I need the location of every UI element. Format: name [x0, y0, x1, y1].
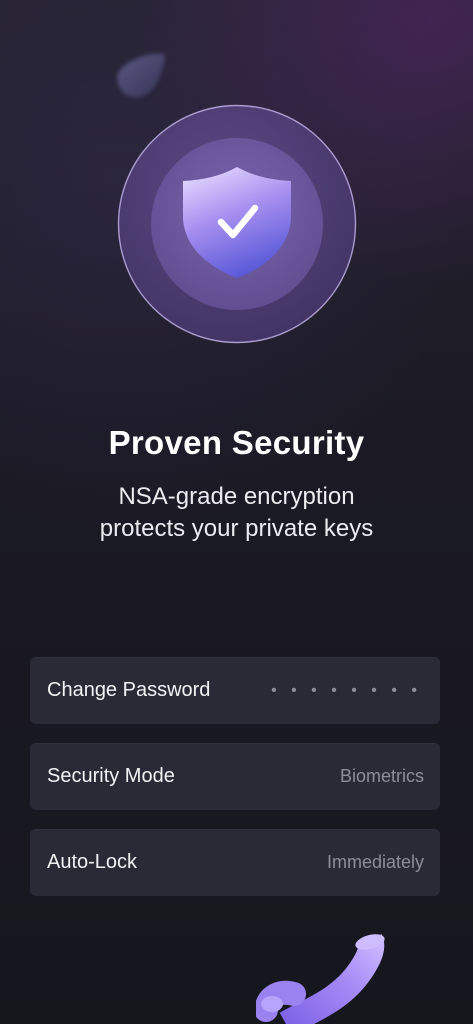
password-mask: • • • • • • • •: [271, 681, 422, 699]
auto-lock-label: Auto-Lock: [47, 851, 138, 873]
shield-check-icon: [117, 104, 357, 344]
security-mode-label: Security Mode: [47, 765, 175, 787]
security-mode-row[interactable]: Security Mode Biometrics: [30, 743, 440, 810]
change-password-row[interactable]: Change Password • • • • • • • •: [30, 657, 440, 724]
page-subtitle: NSA-grade encryption protects your priva…: [40, 481, 433, 545]
security-settings-list: Change Password • • • • • • • • Security…: [30, 657, 440, 915]
auto-lock-value: Immediately: [326, 852, 424, 872]
change-password-label: Change Password: [47, 679, 211, 701]
subtitle-line-1: NSA-grade encryption: [118, 483, 355, 510]
subtitle-line-2: protects your private keys: [99, 515, 374, 542]
page-title: Proven Security: [108, 424, 365, 461]
curved-tube-decoration: [256, 934, 385, 1024]
auto-lock-row[interactable]: Auto-Lock Immediately: [30, 829, 440, 896]
floating-blob-decoration: [117, 53, 165, 98]
onboarding-screen: Proven Security NSA-grade encryption pro…: [0, 0, 473, 1024]
security-mode-value: Biometrics: [339, 766, 424, 786]
